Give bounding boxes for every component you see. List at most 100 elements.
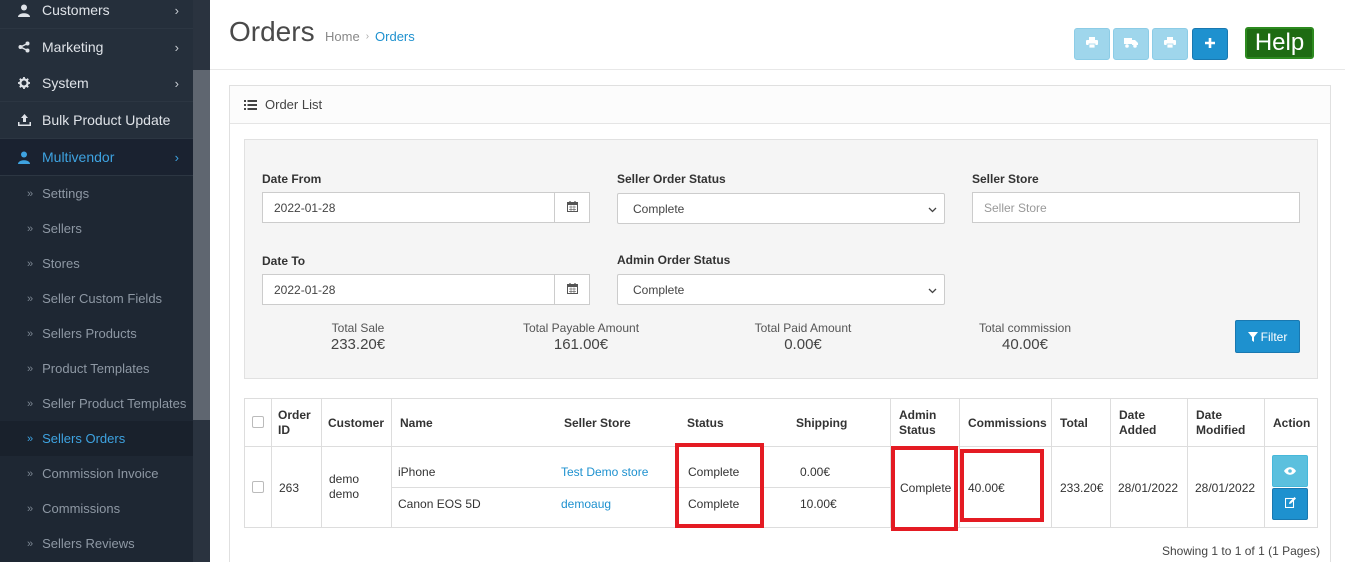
header-line: Added xyxy=(1119,423,1157,437)
double-chevron-icon: » xyxy=(27,467,34,480)
column-header-status[interactable]: Status xyxy=(680,399,780,447)
chevron-down-icon xyxy=(928,203,937,217)
date-to-calendar-button[interactable] xyxy=(555,274,590,305)
sidebar-subitem-sellers-products[interactable]: » Sellers Products xyxy=(0,316,193,351)
sidebar-subitem-sellers[interactable]: » Sellers xyxy=(0,211,193,246)
customer-line: demo xyxy=(329,472,360,486)
seller-order-status-select[interactable]: Complete xyxy=(617,193,945,224)
seller-store-link[interactable]: demoaug xyxy=(561,497,611,511)
help-button[interactable]: Help xyxy=(1245,27,1314,59)
total-sale-label: Total Sale xyxy=(331,321,385,335)
print-icon xyxy=(1086,37,1098,51)
sidebar-subitem-label: Product Templates xyxy=(42,361,150,376)
column-header-total[interactable]: Total xyxy=(1053,399,1110,447)
admin-order-status-select[interactable]: Complete xyxy=(617,274,945,305)
sidebar-subitem-label: Settings xyxy=(42,186,90,201)
double-chevron-icon: » xyxy=(27,432,34,445)
sidebar-item-system[interactable]: System › xyxy=(0,65,193,102)
select-value: Complete xyxy=(633,282,685,297)
column-header-name[interactable]: Name xyxy=(393,399,553,447)
sidebar-subitem-sellers-orders[interactable]: » Sellers Orders xyxy=(0,421,193,456)
sidebar-subitem-sellers-reviews[interactable]: » Sellers Reviews xyxy=(0,526,193,561)
sidebar-subitem-label: Seller Custom Fields xyxy=(42,291,163,306)
highlight-box xyxy=(675,443,764,528)
sidebar-subitem-settings[interactable]: » Settings xyxy=(0,176,193,211)
total-commission: Total commission 40.00€ xyxy=(960,321,1090,353)
total-payable-label: Total Payable Amount xyxy=(522,321,640,335)
user-icon xyxy=(17,3,31,17)
date-added-cell: 28/01/2022 xyxy=(1118,481,1179,495)
sidebar-subitem-stores[interactable]: » Stores xyxy=(0,246,193,281)
pagination-info: Showing 1 to 1 of 1 (1 Pages) xyxy=(1162,544,1321,558)
header-line: Admin xyxy=(899,408,937,422)
select-all-checkbox[interactable] xyxy=(252,416,264,428)
double-chevron-icon: » xyxy=(27,187,34,200)
sidebar-subitem-product-templates[interactable]: » Product Templates xyxy=(0,351,193,386)
sidebar-item-label: Bulk Product Update xyxy=(42,112,171,128)
sidebar-item-customers[interactable]: Customers › xyxy=(0,0,193,29)
breadcrumb: Home › Orders xyxy=(325,29,415,44)
print-button[interactable] xyxy=(1152,28,1188,60)
add-order-button[interactable] xyxy=(1192,28,1228,60)
column-header-seller-store[interactable]: Seller Store xyxy=(557,399,677,447)
total-payable-amount: Total Payable Amount 161.00€ xyxy=(501,321,661,353)
column-header-date-added[interactable]: Date Added xyxy=(1112,399,1187,447)
column-header-commissions[interactable]: Commissions xyxy=(961,399,1051,447)
print-invoice-button[interactable] xyxy=(1074,28,1110,60)
sidebar-scrollbar-thumb[interactable] xyxy=(193,70,210,420)
sidebar-item-label: Customers xyxy=(42,2,110,18)
truck-icon xyxy=(1124,37,1138,51)
user-icon xyxy=(17,150,31,164)
header-line: ID xyxy=(278,423,290,437)
sidebar-item-bulk-product-update[interactable]: Bulk Product Update xyxy=(0,102,193,139)
column-header-shipping[interactable]: Shipping xyxy=(789,399,889,447)
print-shipping-button[interactable] xyxy=(1113,28,1149,60)
product-name-cell: Canon EOS 5D xyxy=(398,497,481,511)
breadcrumb-current-link[interactable]: Orders xyxy=(375,29,415,44)
shipping-cell: 10.00€ xyxy=(800,497,837,511)
filter-button[interactable]: Filter xyxy=(1235,320,1300,353)
shipping-cell: 0.00€ xyxy=(800,465,831,479)
date-from-input[interactable]: 2022-01-28 xyxy=(262,192,555,223)
sidebar-subitem-seller-product-templates[interactable]: » Seller Product Templates xyxy=(0,386,193,421)
list-icon xyxy=(244,99,257,110)
total-commission-label: Total commission xyxy=(978,321,1072,335)
sidebar-item-label: System xyxy=(42,75,89,91)
sidebar-subitem-seller-custom-fields[interactable]: » Seller Custom Fields xyxy=(0,281,193,316)
chevron-right-icon: › xyxy=(174,150,179,165)
sidebar-subitem-commissions[interactable]: » Commissions xyxy=(0,491,193,526)
total-sale: Total Sale 233.20€ xyxy=(301,321,415,353)
date-from-label: Date From xyxy=(262,172,322,186)
page-header: Orders Home › Orders Help xyxy=(210,0,1345,70)
double-chevron-icon: » xyxy=(27,257,34,270)
header-line: Status xyxy=(899,423,936,437)
orders-table: Order ID Customer Name Seller Store Statu… xyxy=(244,398,1318,528)
column-header-admin-status[interactable]: Admin Status xyxy=(892,399,958,447)
column-header-order-id[interactable]: Order ID xyxy=(271,399,321,447)
row-select-checkbox[interactable] xyxy=(252,481,264,493)
highlight-box xyxy=(891,446,958,531)
sidebar-subitem-label: Commission Invoice xyxy=(42,466,159,481)
breadcrumb-home-link[interactable]: Home xyxy=(325,29,360,44)
panel-title: Order List xyxy=(265,97,323,112)
column-header-customer[interactable]: Customer xyxy=(321,399,391,447)
sidebar-subitem-label: Sellers Reviews xyxy=(42,536,135,551)
date-to-label: Date To xyxy=(262,254,306,268)
header-line: Date xyxy=(1119,408,1146,422)
view-order-button[interactable] xyxy=(1272,455,1308,487)
header-line: Modified xyxy=(1196,423,1246,437)
date-to-input[interactable]: 2022-01-28 xyxy=(262,274,555,305)
total-paid-value: 0.00€ xyxy=(784,336,822,353)
sidebar-item-multivendor[interactable]: Multivendor › xyxy=(0,139,193,176)
upload-icon xyxy=(17,113,31,127)
total-commission-value: 40.00€ xyxy=(1002,336,1048,353)
seller-store-link[interactable]: Test Demo store xyxy=(561,465,648,479)
sidebar-subitem-commission-invoice[interactable]: » Commission Invoice xyxy=(0,456,193,491)
customer-line: demo xyxy=(329,487,360,501)
date-from-calendar-button[interactable] xyxy=(555,192,590,223)
column-header-date-modified[interactable]: Date Modified xyxy=(1189,399,1264,447)
sidebar-item-marketing[interactable]: Marketing › xyxy=(0,29,193,66)
eye-icon xyxy=(1284,464,1296,478)
seller-store-input[interactable]: Seller Store xyxy=(972,192,1300,223)
edit-order-button[interactable] xyxy=(1272,488,1308,520)
